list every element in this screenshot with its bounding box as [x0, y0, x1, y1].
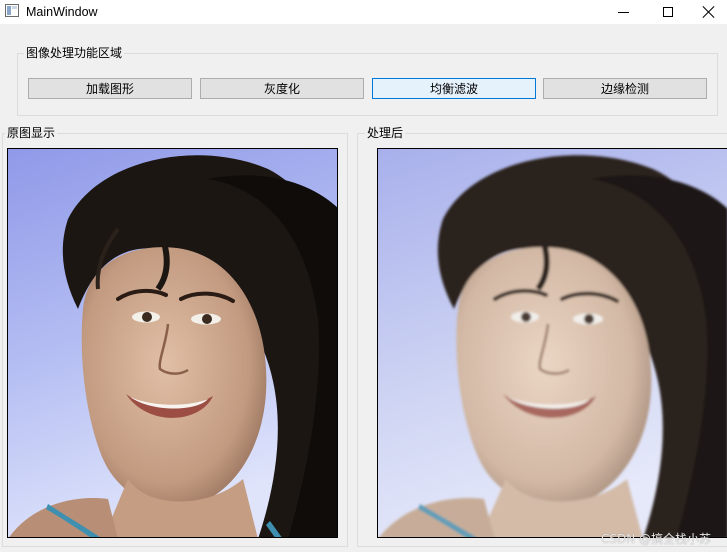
- minimize-icon: [617, 11, 629, 13]
- processed-portrait-image: [378, 149, 727, 537]
- maximize-icon: [663, 7, 673, 17]
- window-title: MainWindow: [26, 5, 98, 19]
- processed-image-title: 处理后: [365, 126, 406, 140]
- maximize-button[interactable]: [645, 0, 691, 24]
- watermark-text: CSDN @搞全栈小苏: [601, 532, 712, 546]
- edge-detection-button[interactable]: 边缘检测: [543, 78, 707, 99]
- function-area-title: 图像处理功能区域: [24, 46, 125, 60]
- close-button[interactable]: [690, 0, 727, 24]
- grayscale-button[interactable]: 灰度化: [200, 78, 364, 99]
- original-portrait-image: [8, 149, 337, 537]
- original-image-view: [7, 148, 338, 538]
- close-icon: [703, 6, 715, 18]
- original-image-title: 原图显示: [5, 126, 58, 140]
- minimize-button[interactable]: [600, 0, 646, 24]
- title-bar: MainWindow: [0, 0, 727, 24]
- mean-filter-button[interactable]: 均衡滤波: [372, 78, 536, 99]
- processed-image-view: [377, 148, 727, 538]
- load-image-button[interactable]: 加载图形: [28, 78, 192, 99]
- app-window-icon: [5, 4, 19, 17]
